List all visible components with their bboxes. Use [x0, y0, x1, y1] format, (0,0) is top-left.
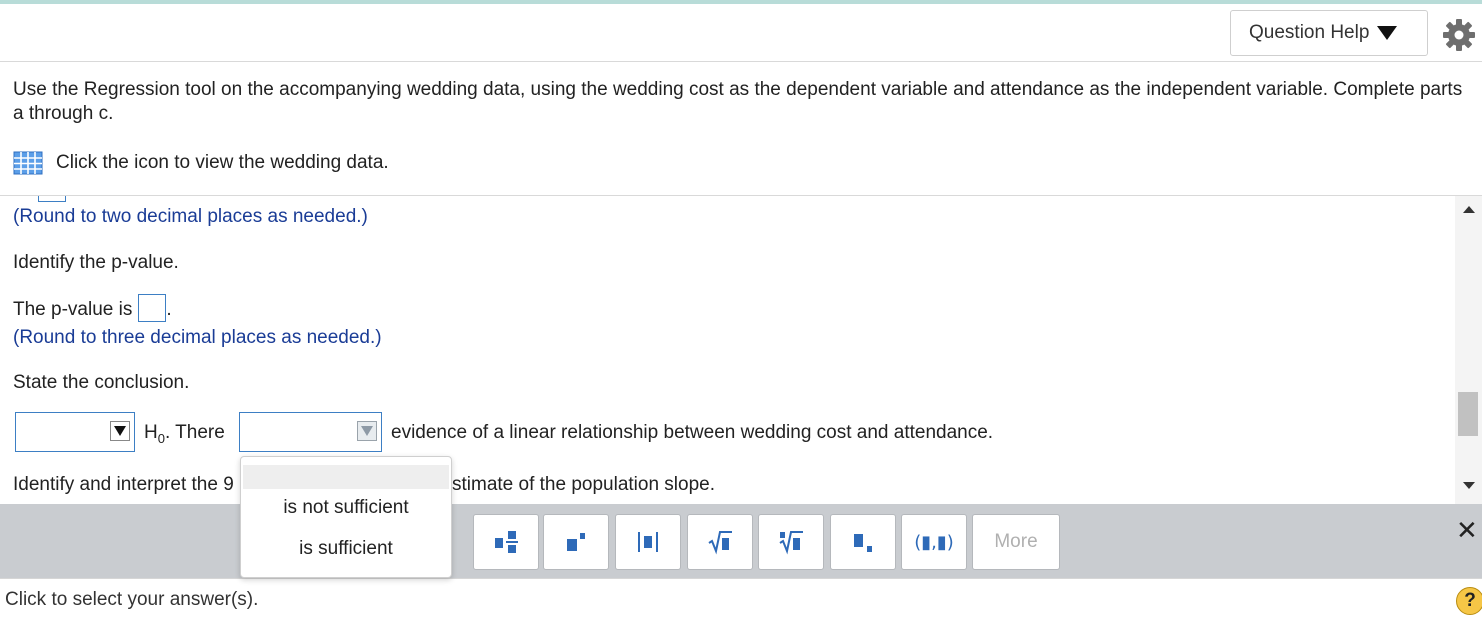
status-text: Click to select your answer(s).: [5, 589, 259, 610]
dropdown-arrow-icon[interactable]: [110, 421, 130, 441]
question-help-button[interactable]: Question Help: [1230, 10, 1428, 56]
sqrt-icon: [708, 531, 732, 555]
evidence-select[interactable]: [239, 412, 382, 452]
dropdown-arrow-icon[interactable]: [357, 421, 377, 441]
pvalue-input[interactable]: [138, 294, 167, 322]
round-two-hint: (Round to two decimal places as needed.): [13, 206, 368, 227]
dropdown-option-sufficient[interactable]: is sufficient: [241, 538, 451, 560]
sqrt-button[interactable]: [687, 514, 753, 570]
nth-root-button[interactable]: [758, 514, 824, 570]
dropdown-option-not-sufficient[interactable]: is not sufficient: [241, 497, 451, 519]
scroll-up-icon[interactable]: [1463, 206, 1475, 213]
caret-down-icon: [1377, 26, 1398, 40]
round-three-hint: (Round to three decimal places as needed…: [13, 327, 382, 348]
vertical-scrollbar[interactable]: [1455, 196, 1482, 504]
absolute-value-icon: [638, 532, 658, 552]
partial-answer-box[interactable]: [38, 196, 66, 202]
evidence-text: evidence of a linear relationship betwee…: [391, 422, 994, 443]
fraction-button[interactable]: [473, 514, 539, 570]
question-text: Use the Regression tool on the accompany…: [13, 79, 1463, 124]
state-conclusion-label: State the conclusion.: [13, 372, 190, 393]
subscript-button[interactable]: [830, 514, 896, 570]
exponent-button[interactable]: [543, 514, 609, 570]
status-bar: Click to select your answer(s). ?: [0, 578, 1482, 624]
header-bar: Question Help: [0, 4, 1482, 62]
gear-icon[interactable]: [1442, 18, 1476, 52]
scroll-thumb[interactable]: [1458, 392, 1478, 436]
reject-decision-select[interactable]: [15, 412, 135, 452]
subscript-icon: [854, 534, 872, 552]
interval-icon: (▮,▮): [914, 531, 954, 553]
interpret-suffix: stimate of the population slope.: [452, 474, 716, 495]
more-label: More: [994, 531, 1038, 552]
question-help-label: Question Help: [1249, 22, 1370, 43]
fraction-icon: [495, 531, 518, 553]
identify-pvalue-label: Identify the p-value.: [13, 252, 179, 273]
dropdown-option-blank[interactable]: [243, 465, 449, 489]
nth-root-icon: [779, 531, 803, 555]
pvalue-suffix: .: [166, 299, 172, 321]
pvalue-prefix: The p-value is: [13, 299, 133, 321]
close-icon[interactable]: ✕: [1456, 516, 1478, 546]
interpret-prefix: Identify and interpret the 9: [13, 474, 234, 495]
interval-button[interactable]: (▮,▮): [901, 514, 967, 570]
table-grid-icon[interactable]: [13, 151, 43, 175]
answer-work-area: (Round to two decimal places as needed.)…: [0, 196, 1455, 504]
more-button[interactable]: More: [972, 514, 1060, 570]
wedding-data-link[interactable]: Click the icon to view the wedding data.: [13, 150, 389, 176]
help-icon[interactable]: ?: [1456, 587, 1482, 615]
scroll-down-icon[interactable]: [1463, 482, 1475, 489]
exponent-icon: [567, 533, 585, 551]
math-toolbar: (▮,▮) More ✕: [0, 504, 1482, 578]
data-link-label: Click the icon to view the wedding data.: [56, 152, 389, 173]
absolute-value-button[interactable]: [615, 514, 681, 570]
evidence-dropdown-menu: is not sufficient is sufficient: [240, 456, 452, 578]
h0-label: H0. There: [144, 422, 225, 446]
pvalue-sentence: The p-value is.: [13, 294, 172, 322]
